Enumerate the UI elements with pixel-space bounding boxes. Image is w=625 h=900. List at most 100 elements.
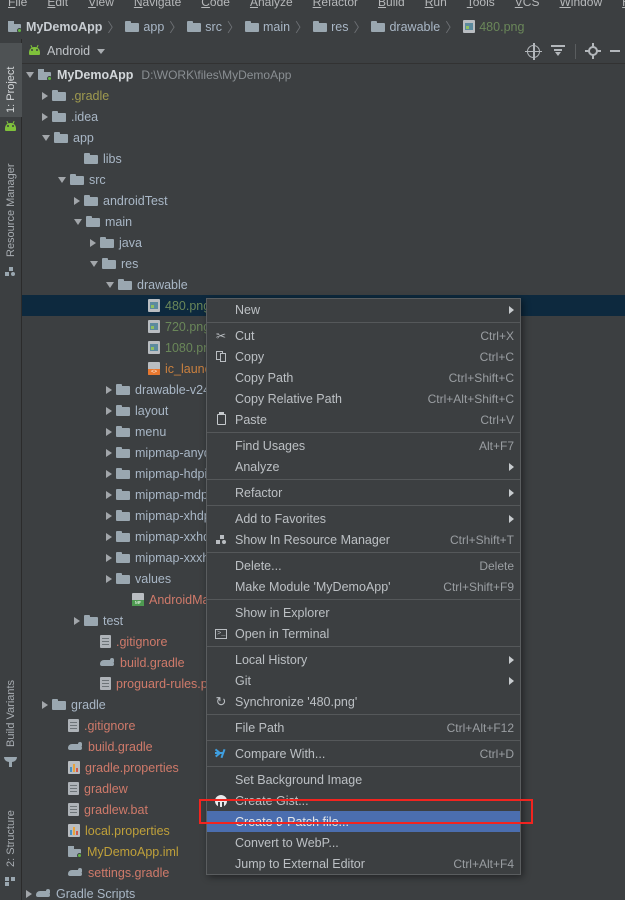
chevron-right-icon[interactable] — [106, 490, 112, 499]
tree-node[interactable]: MyDemoApp D:\WORK\files\MyDemoApp — [22, 64, 625, 85]
menu-item-window[interactable]: Window — [555, 0, 606, 10]
menu-item-file[interactable]: File — [4, 0, 31, 10]
tree-node[interactable]: app — [22, 127, 625, 148]
left-tool-window-bar[interactable]: 1: Project Resource Manager Build Varian… — [0, 39, 22, 900]
chevron-right-icon[interactable] — [106, 406, 112, 415]
hide-tool-window-icon[interactable] — [610, 44, 621, 58]
context-menu-item-show-in-resource-manager[interactable]: Show In Resource Manager Ctrl+Shift+T — [207, 529, 520, 550]
chevron-right-icon[interactable] — [42, 112, 48, 121]
chevron-right-icon[interactable] — [42, 700, 48, 709]
context-menu-item-cut[interactable]: ✂ Cut Ctrl+X — [207, 325, 520, 346]
chevron-right-icon[interactable] — [106, 427, 112, 436]
chevron-down-icon[interactable] — [26, 71, 34, 78]
context-menu-item-local-history[interactable]: Local History — [207, 649, 520, 670]
context-menu-item-copy[interactable]: Copy Ctrl+C — [207, 346, 520, 367]
png-file-icon — [148, 299, 160, 312]
tree-node[interactable]: .gradle — [22, 85, 625, 106]
menu-item-code[interactable]: Code — [197, 0, 234, 10]
context-menu[interactable]: New ✂ Cut Ctrl+X Copy Ctrl+C Copy Path Ctrl+Shi… — [206, 298, 521, 875]
breadcrumb-item-drawable[interactable]: drawable — [371, 20, 440, 34]
chevron-down-icon[interactable] — [42, 134, 50, 141]
sidebar-item-build-variants[interactable]: Build Variants — [0, 653, 22, 751]
chevron-down-icon[interactable] — [97, 48, 106, 54]
context-menu-item-make-module-mydemoapp[interactable]: Make Module 'MyDemoApp' Ctrl+Shift+F9 — [207, 576, 520, 597]
menu-item-navigate[interactable]: Navigate — [130, 0, 185, 10]
chevron-down-icon[interactable] — [74, 218, 82, 225]
breadcrumb-item-res[interactable]: res — [313, 20, 348, 34]
tree-node[interactable]: java — [22, 232, 625, 253]
breadcrumb-item-480-png[interactable]: 480.png — [463, 20, 524, 34]
menu-item-vcs[interactable]: VCS — [511, 0, 544, 10]
context-menu-item-delete[interactable]: Delete... Delete — [207, 555, 520, 576]
chevron-down-icon[interactable] — [106, 281, 114, 288]
tree-node[interactable]: drawable — [22, 274, 625, 295]
breadcrumb[interactable]: MyDemoApp 〉 app 〉 src 〉 main 〉 res 〉 drawable 〉 480.… — [0, 14, 625, 39]
tree-node-label: androidTest — [103, 193, 168, 208]
menu-item-build[interactable]: Build — [374, 0, 409, 10]
context-menu-item-new[interactable]: New — [207, 299, 520, 320]
context-menu-item-paste[interactable]: Paste Ctrl+V — [207, 409, 520, 430]
chevron-down-icon[interactable] — [90, 260, 98, 267]
context-menu-item-copy-path[interactable]: Copy Path Ctrl+Shift+C — [207, 367, 520, 388]
settings-gear-icon[interactable] — [585, 43, 601, 59]
chevron-right-icon[interactable] — [106, 385, 112, 394]
context-menu-item-open-in-terminal[interactable]: >_ Open in Terminal — [207, 623, 520, 644]
context-menu-item-compare-with[interactable]: Compare With... Ctrl+D — [207, 743, 520, 764]
menu-item-tools[interactable]: Tools — [463, 0, 499, 10]
context-menu-item-set-background-image[interactable]: Set Background Image — [207, 769, 520, 790]
context-menu-item-jump-to-external-editor[interactable]: Jump to External Editor Ctrl+Alt+F4 — [207, 853, 520, 874]
chevron-right-icon[interactable] — [74, 616, 80, 625]
main-menu-bar[interactable]: File Edit View Navigate Code Analyze Refactor B… — [0, 0, 625, 14]
chevron-right-icon[interactable] — [26, 889, 32, 898]
tree-node[interactable]: .idea — [22, 106, 625, 127]
breadcrumb-item-src[interactable]: src — [187, 20, 222, 34]
project-view-selector-label[interactable]: Android — [47, 44, 90, 58]
chevron-right-icon[interactable] — [90, 238, 96, 247]
context-menu-item-add-to-favorites[interactable]: Add to Favorites — [207, 508, 520, 529]
chevron-right-icon[interactable] — [106, 511, 112, 520]
tree-node[interactable]: androidTest — [22, 190, 625, 211]
chevron-right-icon[interactable] — [106, 574, 112, 583]
select-opened-file-icon[interactable] — [525, 42, 542, 60]
chevron-right-icon[interactable] — [42, 91, 48, 100]
context-menu-item-refactor[interactable]: Refactor — [207, 482, 520, 503]
context-menu-item-create-gist[interactable]: Create Gist... — [207, 790, 520, 811]
build-variants-icon — [4, 757, 17, 767]
menu-item-help[interactable]: Help — [618, 0, 625, 10]
sidebar-item-structure[interactable]: 2: Structure — [0, 789, 22, 871]
tree-node[interactable]: src — [22, 169, 625, 190]
context-menu-item-git[interactable]: Git — [207, 670, 520, 691]
menu-item-view[interactable]: View — [84, 0, 118, 10]
tree-node[interactable]: libs — [22, 148, 625, 169]
menu-item-run[interactable]: Run — [421, 0, 451, 10]
context-menu-item-copy-relative-path[interactable]: Copy Relative Path Ctrl+Alt+Shift+C — [207, 388, 520, 409]
tree-node[interactable]: res — [22, 253, 625, 274]
chevron-right-icon[interactable] — [106, 532, 112, 541]
chevron-down-icon[interactable] — [58, 176, 66, 183]
tree-node[interactable]: main — [22, 211, 625, 232]
menu-item-edit[interactable]: Edit — [43, 0, 72, 10]
chevron-right-icon[interactable] — [106, 553, 112, 562]
context-menu-item-convert-to-webp[interactable]: Convert to WebP... — [207, 832, 520, 853]
collapse-all-icon[interactable] — [551, 44, 565, 58]
breadcrumb-item-main[interactable]: main — [244, 20, 290, 34]
chevron-right-icon[interactable] — [106, 469, 112, 478]
context-menu-item-analyze[interactable]: Analyze — [207, 456, 520, 477]
folder-icon — [244, 21, 259, 32]
sidebar-item-resource-manager[interactable]: Resource Manager — [0, 143, 22, 261]
context-menu-item-file-path[interactable]: File Path Ctrl+Alt+F12 — [207, 717, 520, 738]
breadcrumb-item-app[interactable]: app — [125, 20, 164, 34]
context-menu-item-synchronize-480-png[interactable]: ↻ Synchronize '480.png' — [207, 691, 520, 712]
breadcrumb-item-mydemoapp[interactable]: MyDemoApp — [8, 20, 102, 34]
chevron-right-icon[interactable] — [74, 196, 80, 205]
tree-node[interactable]: Gradle Scripts — [22, 883, 625, 900]
chevron-right-icon[interactable] — [106, 448, 112, 457]
context-menu-item-create-9-patch-file[interactable]: Create 9-Patch file... — [207, 811, 520, 832]
tree-node-label: mipmap-hdpi — [135, 466, 208, 481]
context-menu-item-show-in-explorer[interactable]: Show in Explorer — [207, 602, 520, 623]
menu-item-refactor[interactable]: Refactor — [309, 0, 362, 10]
context-menu-item-find-usages[interactable]: Find Usages Alt+F7 — [207, 435, 520, 456]
menu-item-analyze[interactable]: Analyze — [246, 0, 297, 10]
sidebar-item-project[interactable]: 1: Project — [0, 43, 22, 117]
project-tool-window-header: Android — [22, 39, 625, 64]
